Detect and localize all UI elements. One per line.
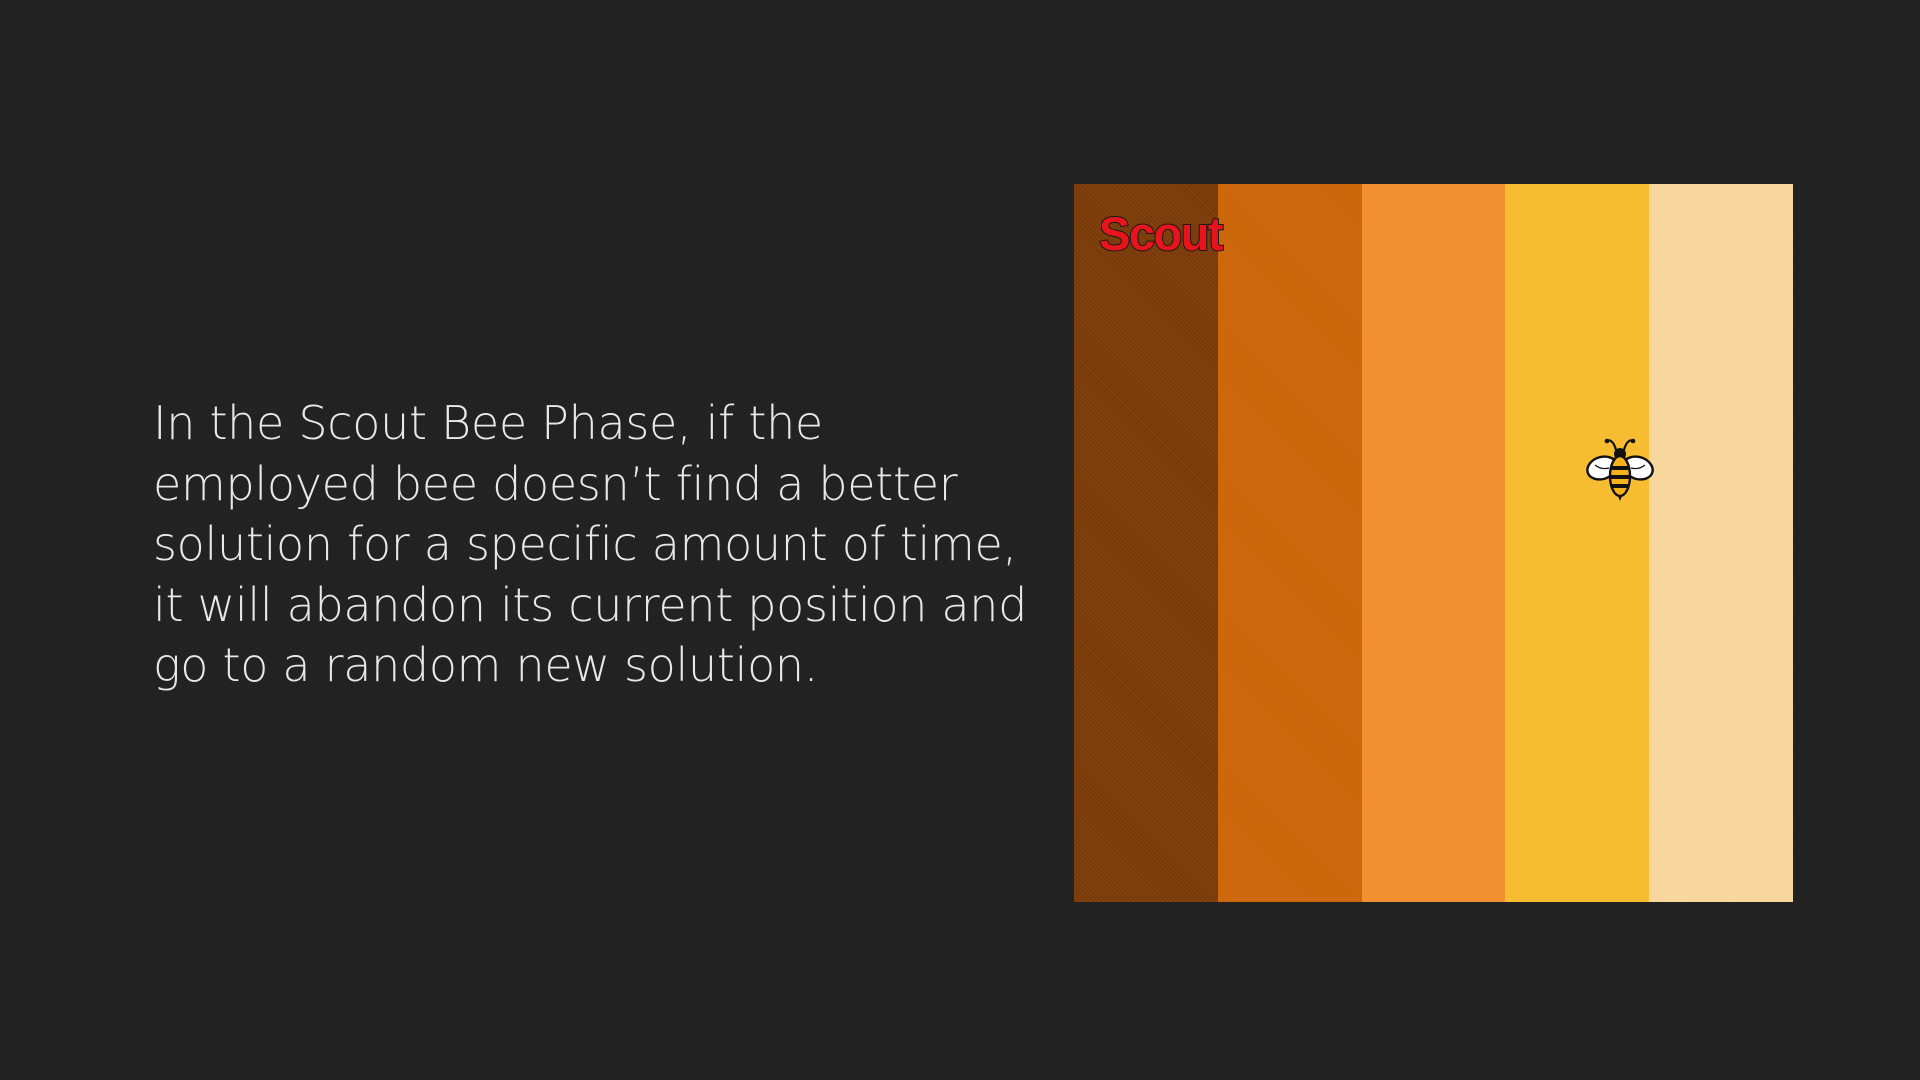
stripe-2	[1217, 184, 1362, 902]
bee-icon	[1586, 438, 1654, 501]
scout-label: Scout	[1098, 206, 1225, 261]
scout-phase-illustration: Scout	[1074, 184, 1793, 902]
stripe-3	[1361, 184, 1506, 902]
slide-body-text: In the Scout Bee Phase, if the employed …	[153, 396, 1028, 692]
stripe-1	[1074, 184, 1218, 902]
stripe-4	[1505, 184, 1650, 902]
stripe-5	[1649, 184, 1793, 902]
